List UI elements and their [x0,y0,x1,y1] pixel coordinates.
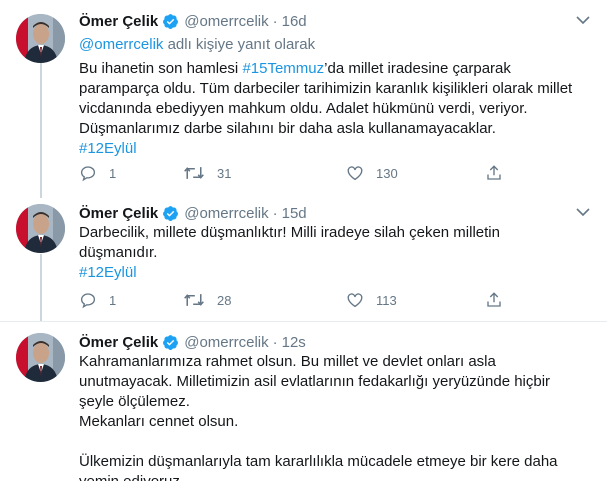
reply-icon [80,293,96,309]
hashtag-link[interactable]: #12Eylül [79,264,137,281]
chevron-down-icon[interactable] [575,14,591,26]
avatar-photo [16,14,65,63]
hashtag-link[interactable]: #15Temmuz [242,60,324,77]
verified-badge-icon [162,205,179,222]
author-name[interactable]: Ömer Çelik [79,13,158,30]
retweet-icon [184,294,204,306]
verified-badge-icon [162,13,179,30]
like-button[interactable]: 113 [346,290,397,310]
reply-button[interactable]: 1 [79,290,116,310]
tweet[interactable]: Ömer Çelik @omerrcelik · 15d Darbecilik,… [0,202,607,317]
hashtag-link[interactable]: #12Eylül [79,140,137,157]
reply-button[interactable]: 1 [79,163,116,183]
tweet-header: Ömer Çelik @omerrcelik · 15d [79,202,307,224]
header-separator: · [272,12,278,30]
tweet-text: Bu ihanetin son hamlesi #15Temmuz’da mil… [79,59,579,159]
retweet-count: 31 [217,165,232,181]
retweet-count: 28 [217,292,232,308]
share-icon [487,292,501,307]
author-handle[interactable]: @omerrcelik [184,205,268,222]
share-icon [487,165,501,180]
retweet-button[interactable]: 28 [183,290,231,310]
replying-to-label: adlı kişiye yanıt olarak [163,36,316,53]
heart-icon [347,166,363,181]
reply-count: 1 [109,165,117,181]
avatar-photo [16,204,65,253]
header-separator: · [272,333,278,351]
share-button[interactable] [485,290,503,310]
tweet-text-part: Bu ihanetin son hamlesi [79,60,243,77]
avatar-photo [16,333,65,382]
like-button[interactable]: 130 [346,163,398,183]
like-count: 113 [376,292,397,308]
heart-icon [347,293,363,308]
avatar[interactable] [16,14,65,63]
author-name[interactable]: Ömer Çelik [79,205,158,222]
avatar[interactable] [16,333,65,382]
tweet[interactable]: Ömer Çelik @omerrcelik · 16d @omerrcelik… [0,10,607,190]
chevron-down-icon[interactable] [575,206,591,218]
header-separator: · [272,204,278,222]
tweet-timestamp[interactable]: 12s [282,334,306,351]
replying-to-handle-link[interactable]: @omerrcelik [79,36,163,53]
author-name[interactable]: Ömer Çelik [79,334,158,351]
author-handle[interactable]: @omerrcelik [184,13,268,30]
replying-to: @omerrcelik adlı kişiye yanıt olarak [79,36,315,53]
like-count: 130 [376,165,398,181]
tweet[interactable]: Ömer Çelik @omerrcelik · 12s Kahramanlar… [0,331,607,481]
share-button[interactable] [485,163,503,183]
tweet-header: Ömer Çelik @omerrcelik · 12s [79,331,306,353]
tweet-actions: 1 28 113 [79,290,519,310]
author-handle[interactable]: @omerrcelik [184,334,268,351]
retweet-icon [184,167,204,179]
tweet-text: Darbecilik, millete düşmanlıktır! Milli … [79,223,579,283]
tweet-timestamp[interactable]: 15d [282,205,307,222]
tweet-actions: 1 31 130 [79,163,519,183]
tweet-divider [0,321,607,322]
tweet-text-part: Darbecilik, millete düşmanlıktır! Milli … [79,224,505,261]
reply-count: 1 [109,292,117,308]
tweet-text: Kahramanlarımıza rahmet olsun. Bu millet… [79,353,558,481]
retweet-button[interactable]: 31 [183,163,231,183]
tweet-header: Ömer Çelik @omerrcelik · 16d [79,10,307,32]
reply-icon [80,166,96,182]
avatar[interactable] [16,204,65,253]
tweet-timestamp[interactable]: 16d [282,13,307,30]
verified-badge-icon [162,334,179,351]
